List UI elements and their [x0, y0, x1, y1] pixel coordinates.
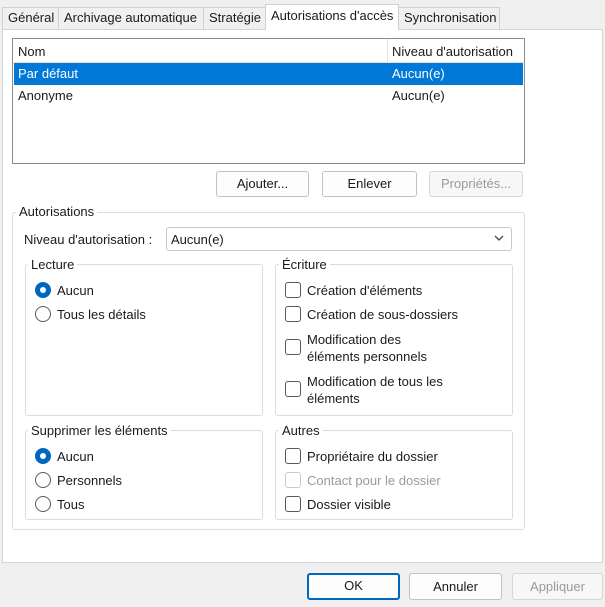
- tab-policy[interactable]: Stratégie: [203, 7, 266, 29]
- checkbox-icon: [285, 282, 301, 298]
- ok-button[interactable]: OK: [307, 573, 400, 600]
- radio-checked-icon: [35, 282, 51, 298]
- column-separator[interactable]: [387, 39, 388, 63]
- chevron-down-icon: [493, 231, 505, 248]
- permissions-user-list[interactable]: Nom Niveau d'autorisation Par défaut Auc…: [12, 38, 525, 164]
- remove-button[interactable]: Enlever: [322, 171, 417, 197]
- other-group-title: Autres: [279, 423, 323, 438]
- create-items-label: Création d'éléments: [307, 283, 423, 298]
- list-item-name: Par défaut: [18, 66, 78, 81]
- checkbox-icon: [285, 339, 301, 355]
- permissions-group-title: Autorisations: [16, 204, 98, 219]
- edit-all-items-label-line1: Modification de tous les: [307, 374, 443, 389]
- delete-all-label: Tous: [57, 497, 85, 512]
- permission-level-select[interactable]: Aucun(e): [166, 227, 512, 251]
- tab-general[interactable]: Général: [2, 7, 60, 29]
- list-header: Nom Niveau d'autorisation: [13, 39, 524, 63]
- list-item-name: Anonyme: [18, 88, 73, 103]
- delete-none-label: Aucun: [57, 449, 94, 464]
- permission-level-value: Aucun(e): [171, 232, 224, 247]
- permission-level-label: Niveau d'autorisation :: [24, 232, 153, 247]
- write-group-title: Écriture: [279, 257, 330, 272]
- delete-own-label: Personnels: [57, 473, 123, 488]
- radio-icon: [35, 496, 51, 512]
- edit-all-items-label-line2: éléments: [307, 391, 360, 406]
- column-header-name[interactable]: Nom: [18, 44, 45, 59]
- read-none-label: Aucun: [57, 283, 94, 298]
- tab-synchronization[interactable]: Synchronisation: [398, 7, 500, 29]
- column-header-level[interactable]: Niveau d'autorisation: [392, 44, 513, 59]
- tab-auto-archive[interactable]: Archivage automatique: [58, 7, 204, 29]
- checkbox-icon: [285, 381, 301, 397]
- radio-checked-icon: [35, 448, 51, 464]
- checkbox-icon: [285, 448, 301, 464]
- list-item-default[interactable]: Par défaut Aucun(e): [14, 63, 523, 85]
- folder-visible-label: Dossier visible: [307, 497, 391, 512]
- apply-button[interactable]: Appliquer: [512, 573, 603, 600]
- radio-icon: [35, 472, 51, 488]
- list-item-level: Aucun(e): [392, 66, 445, 81]
- folder-contact-label: Contact pour le dossier: [307, 473, 441, 488]
- properties-button[interactable]: Propriétés...: [429, 171, 523, 197]
- tab-permissions[interactable]: Autorisations d'accès: [265, 4, 399, 30]
- checkbox-icon: [285, 306, 301, 322]
- folder-owner-label: Propriétaire du dossier: [307, 449, 438, 464]
- radio-icon: [35, 306, 51, 322]
- checkbox-icon: [285, 496, 301, 512]
- checkbox-icon: [285, 472, 301, 488]
- edit-own-items-label-line1: Modification des: [307, 332, 401, 347]
- list-item-anonymous[interactable]: Anonyme Aucun(e): [14, 85, 523, 107]
- delete-group-title: Supprimer les éléments: [28, 423, 171, 438]
- read-full-label: Tous les détails: [57, 307, 146, 322]
- edit-own-items-label-line2: éléments personnels: [307, 349, 427, 364]
- read-group-title: Lecture: [28, 257, 78, 272]
- cancel-button[interactable]: Annuler: [409, 573, 502, 600]
- add-button[interactable]: Ajouter...: [216, 171, 309, 197]
- create-subfolders-label: Création de sous-dossiers: [307, 307, 459, 322]
- list-item-level: Aucun(e): [392, 88, 445, 103]
